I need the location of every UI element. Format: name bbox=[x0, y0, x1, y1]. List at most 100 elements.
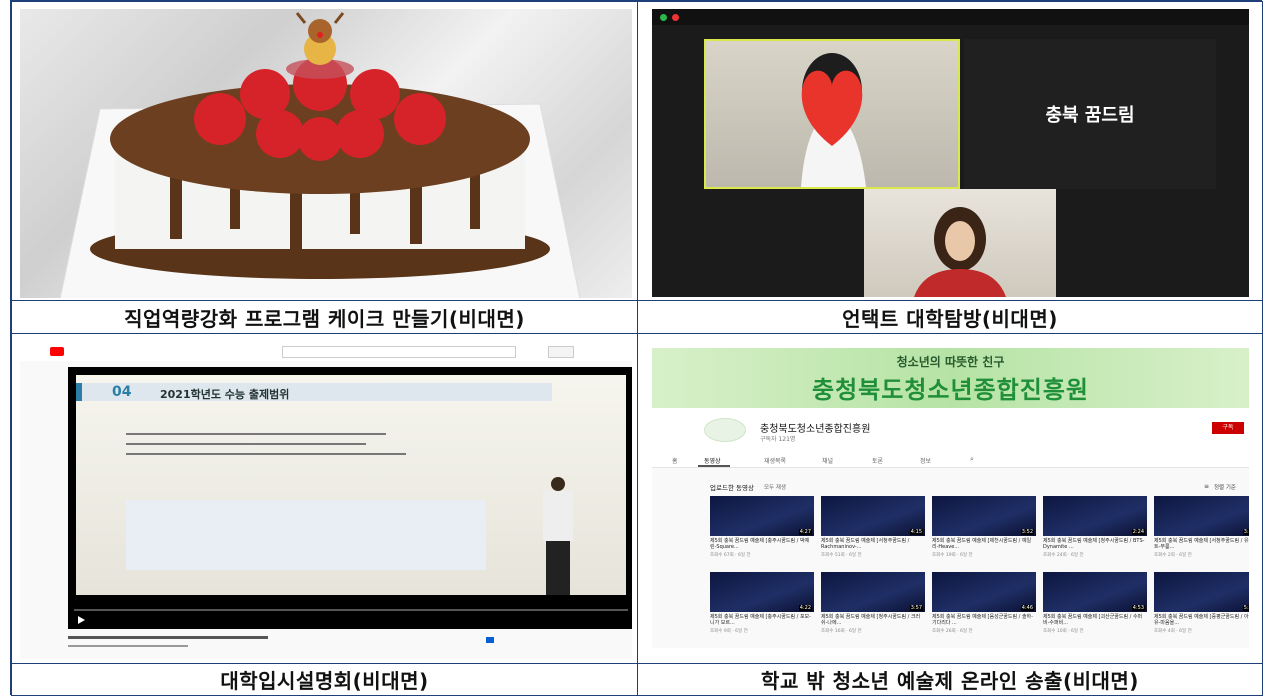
caption-campus-tour: 언택트 대학탐방(비대면) bbox=[637, 300, 1263, 334]
caption-cake-text: 직업역량강화 프로그램 케이크 만들기(비대면) bbox=[124, 306, 525, 331]
video-thumbnail[interactable]: 5:28 bbox=[1154, 572, 1249, 612]
video-meta: 조회수 10회 · 6일 전 bbox=[1043, 629, 1084, 634]
video-thumbnail[interactable]: 4:27 bbox=[710, 496, 814, 536]
cell-zoom-screenshot: 충북 꿈드림 bbox=[637, 1, 1263, 301]
red-dot-icon bbox=[672, 14, 679, 21]
video-meta: 조회수 4회 · 6일 전 bbox=[1154, 629, 1192, 634]
video-meta: 조회수 24회 · 6일 전 bbox=[1043, 553, 1084, 558]
tab-home[interactable]: 홈 bbox=[672, 456, 678, 465]
channel-header: 충청북도청소년종합진흥원 구독자 121명 구독 bbox=[652, 408, 1249, 453]
search-icon[interactable] bbox=[548, 346, 574, 358]
video-thumbnail[interactable]: 3:52 bbox=[932, 496, 1036, 536]
video-meta: 조회수 51회 · 6일 전 bbox=[821, 553, 862, 558]
tab-playlists[interactable]: 재생목록 bbox=[764, 456, 786, 465]
video-title[interactable]: 제5회 충북 꿈드림 예술제 [청주시꿈드림 / BTS-Dynamite ..… bbox=[1043, 538, 1147, 550]
video-title[interactable]: 제5회 충북 꿈드림 예술제 [충주시꿈드림 / 박예린-Square... bbox=[710, 538, 814, 550]
video-meta: 조회수 26회 · 6일 전 bbox=[932, 629, 973, 634]
video-card[interactable]: 4:53 제5회 충북 꿈드림 예술제 [괴산군꿈드림 / 수퍼비-수퍼비... 조… bbox=[1043, 572, 1147, 644]
subscribe-button[interactable]: 구독 bbox=[1212, 422, 1244, 434]
video-length: 4:15 bbox=[909, 529, 923, 535]
sort-icon[interactable]: ≡ bbox=[1204, 483, 1209, 490]
youtube-logo-icon bbox=[50, 347, 64, 356]
channel-page: 청소년의 따뜻한 친구 충청북도청소년종합진흥원 충청북도청소년종합진흥원 구독… bbox=[652, 348, 1249, 648]
video-title[interactable]: 제5회 충북 꿈드림 예술제 [충주시꿈드림 / 포모-니가 모르... bbox=[710, 614, 814, 626]
slide-header: 04 2021학년도 수능 출제범위 bbox=[76, 383, 552, 401]
video-title[interactable]: 제5회 충북 꿈드림 예술제 [증평군꿈드림 / 아이유-마음을... bbox=[1154, 614, 1249, 626]
video-card[interactable]: 4:22 제5회 충북 꿈드림 예술제 [충주시꿈드림 / 포모-니가 모르...… bbox=[710, 572, 814, 644]
video-info bbox=[68, 633, 632, 657]
banner-subtitle: 청소년의 따뜻한 친구 bbox=[896, 355, 1005, 369]
search-box[interactable] bbox=[282, 346, 516, 358]
video-meta: 조회수 67회 · 6일 전 bbox=[710, 553, 751, 558]
video-card[interactable]: 4:27 제5회 충북 꿈드림 예술제 [충주시꿈드림 / 박예린-Square.… bbox=[710, 496, 814, 568]
slide-bullets bbox=[126, 425, 426, 485]
cell-cake-photo bbox=[11, 1, 638, 301]
tab-channels[interactable]: 채널 bbox=[822, 456, 833, 465]
channel-avatar[interactable] bbox=[704, 418, 746, 442]
caption-art-festival: 학교 밖 청소년 예술제 온라인 송출(비대면) bbox=[637, 663, 1263, 696]
channel-name[interactable]: 충청북도청소년종합진흥원 bbox=[760, 420, 870, 435]
slide-table bbox=[126, 500, 486, 570]
video-thumbnail[interactable]: 3:37 bbox=[1154, 496, 1249, 536]
video-meta: 조회수 16회 · 6일 전 bbox=[821, 629, 862, 634]
progress-bar[interactable] bbox=[74, 609, 628, 611]
play-icon[interactable] bbox=[78, 616, 85, 624]
green-dot-icon bbox=[660, 14, 667, 21]
channel-tabs: 홈 동영상 재생목록 채널 토론 정보 ⌕ bbox=[652, 453, 1249, 468]
video-card[interactable]: 4:46 제5회 충북 꿈드림 예술제 [음성군꿈드림 / 솔하-기다리다 ...… bbox=[932, 572, 1036, 644]
video-thumbnail[interactable]: 4:53 bbox=[1043, 572, 1147, 612]
video-length: 4:27 bbox=[798, 529, 812, 535]
zoom-title-bar bbox=[652, 9, 1249, 25]
player-controls[interactable] bbox=[68, 607, 632, 629]
subscriber-count: 구독자 121명 bbox=[760, 436, 796, 443]
video-thumbnail[interactable]: 2:24 bbox=[1043, 496, 1147, 536]
slide-number: 04 bbox=[112, 384, 132, 400]
photo-table: 충북 꿈드림 직업역량강화 프로그램 케이크 만들기(비대면) 언택트 대학탐방… bbox=[10, 0, 1263, 696]
video-thumbnail[interactable]: 4:22 bbox=[710, 572, 814, 612]
channel-banner: 청소년의 따뜻한 친구 충청북도청소년종합진흥원 bbox=[652, 348, 1249, 408]
video-card[interactable]: 3:57 제5회 충북 꿈드림 예술제 [청주시꿈드림 / 크러쉬-나에... 조회… bbox=[821, 572, 925, 644]
speaker-image bbox=[801, 53, 866, 187]
tab-about[interactable]: 정보 bbox=[920, 456, 931, 465]
cake-image bbox=[59, 12, 581, 298]
video-card[interactable]: 3:37 제5회 충북 꿈드림 예술제 [서청주꿈드림 / 유인우트-무릎... 조… bbox=[1154, 496, 1249, 568]
video-title[interactable]: 제5회 충북 꿈드림 예술제 [제천시꿈드림 / 예일리-Heave... bbox=[932, 538, 1036, 550]
video-title[interactable]: 제5회 충북 꿈드림 예술제 [음성군꿈드림 / 솔하-기다리다 ... bbox=[932, 614, 1036, 626]
zoom-window: 충북 꿈드림 bbox=[652, 9, 1249, 297]
video-player[interactable]: 04 2021학년도 수능 출제범위 bbox=[68, 367, 632, 629]
video-card[interactable]: 3:52 제5회 충북 꿈드림 예술제 [제천시꿈드림 / 예일리-Heave..… bbox=[932, 496, 1036, 568]
videos-area: 업로드한 동영상 모두 재생 ≡ 정렬 기준 4:27 제5회 충북 꿈드림 예술… bbox=[652, 468, 1249, 648]
video-title[interactable]: 제5회 충북 꿈드림 예술제 [괴산군꿈드림 / 수퍼비-수퍼비... bbox=[1043, 614, 1147, 626]
slide-title: 2021학년도 수능 출제범위 bbox=[160, 388, 290, 401]
cell-youtube-screenshot: 04 2021학년도 수능 출제범위 bbox=[11, 333, 638, 664]
video-card[interactable]: 4:15 제5회 충북 꿈드림 예술제 [서청주꿈드림 / Rachmaninov… bbox=[821, 496, 925, 568]
video-title[interactable]: 제5회 충북 꿈드림 예술제 [청주시꿈드림 / 크러쉬-나에... bbox=[821, 614, 925, 626]
video-card[interactable]: 2:24 제5회 충북 꿈드림 예술제 [청주시꿈드림 / BTS-Dynamit… bbox=[1043, 496, 1147, 568]
play-all-link[interactable]: 모두 재생 bbox=[764, 483, 786, 491]
youtube-page: 04 2021학년도 수능 출제범위 bbox=[20, 341, 632, 659]
section-title: 업로드한 동영상 bbox=[710, 484, 754, 492]
participant-name: 충북 꿈드림 bbox=[1045, 105, 1135, 126]
tab-videos[interactable]: 동영상 bbox=[704, 456, 721, 465]
video-length: 4:22 bbox=[798, 605, 812, 611]
caption-art-festival-text: 학교 밖 청소년 예술제 온라인 송출(비대면) bbox=[761, 669, 1139, 693]
video-meta: 조회수 9회 · 6일 전 bbox=[710, 629, 748, 634]
caption-admission-text: 대학입시설명회(비대면) bbox=[220, 669, 429, 693]
video-thumbnail[interactable]: 3:57 bbox=[821, 572, 925, 612]
video-title[interactable]: 제5회 충북 꿈드림 예술제 [서청주꿈드림 / 유인우트-무릎... bbox=[1154, 538, 1249, 550]
video-thumbnail[interactable]: 4:46 bbox=[932, 572, 1036, 612]
video-title[interactable]: 제5회 충북 꿈드림 예술제 [서청주꿈드림 / Rachmaninov-... bbox=[821, 538, 925, 550]
cake-photo bbox=[20, 9, 632, 298]
video-length: 3:52 bbox=[1020, 529, 1034, 535]
sort-label[interactable]: 정렬 기준 bbox=[1214, 483, 1236, 491]
cell-channel-screenshot: 청소년의 따뜻한 친구 충청북도청소년종합진흥원 충청북도청소년종합진흥원 구독… bbox=[637, 333, 1263, 664]
video-card[interactable]: 5:28 제5회 충북 꿈드림 예술제 [증평군꿈드림 / 아이유-마음을... 조… bbox=[1154, 572, 1249, 644]
student-image bbox=[914, 207, 1006, 297]
like-icon[interactable] bbox=[486, 637, 494, 643]
caption-admission: 대학입시설명회(비대면) bbox=[11, 663, 638, 696]
search-icon[interactable]: ⌕ bbox=[970, 455, 974, 464]
video-length: 5:28 bbox=[1242, 605, 1249, 611]
lecturer bbox=[543, 477, 573, 595]
tab-discussion[interactable]: 토론 bbox=[872, 456, 883, 465]
video-thumbnail[interactable]: 4:15 bbox=[821, 496, 925, 536]
